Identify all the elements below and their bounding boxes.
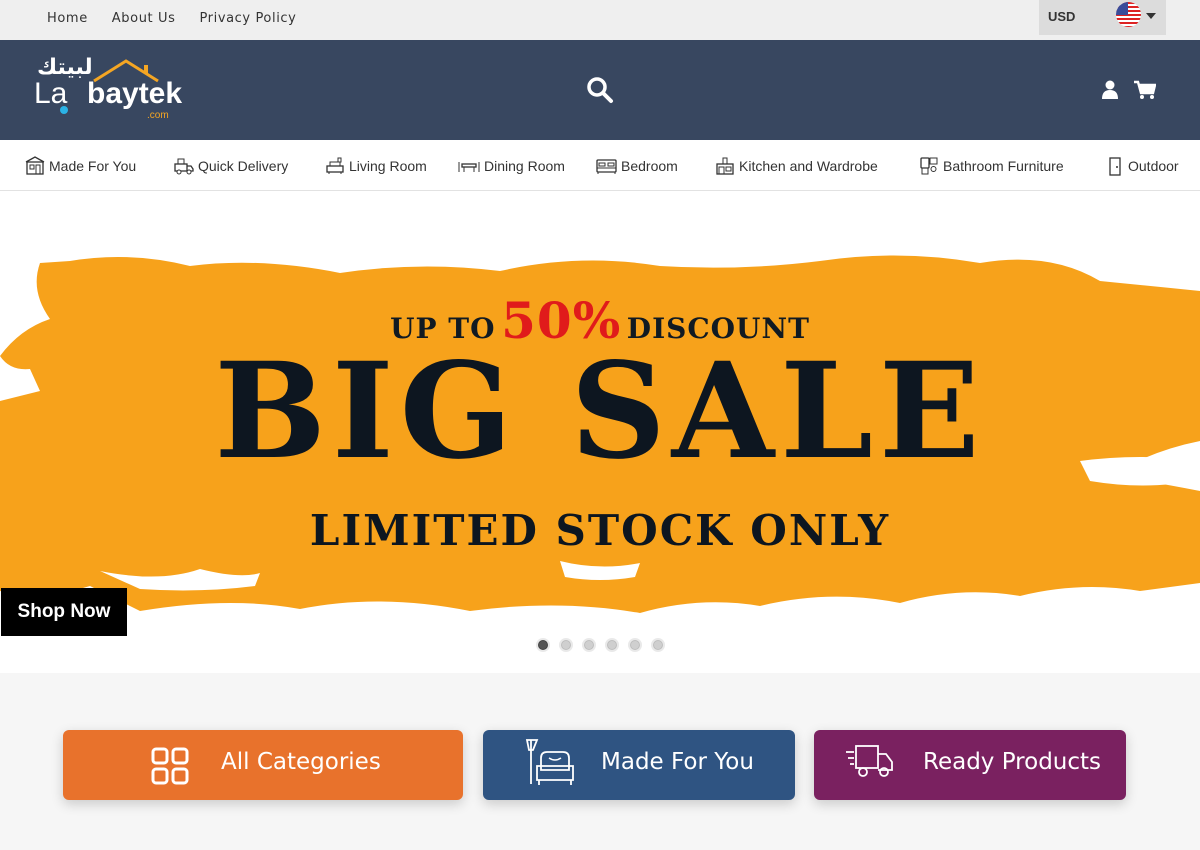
door-icon [1109,157,1121,176]
cart-icon[interactable] [1134,80,1157,104]
delivery-icon [174,158,194,175]
category-label: Living Room [349,158,427,174]
top-links: Home About Us Privacy Policy [47,11,296,26]
slider-dot[interactable] [605,638,619,652]
slider-dot[interactable] [536,638,550,652]
slider-dots [536,638,665,652]
category-bathroom-furniture[interactable]: Bathroom Furniture [919,154,1064,178]
all-categories-card[interactable]: All Categories [63,730,463,800]
currency-code: USD [1048,9,1076,24]
made-for-you-card[interactable]: Made For You [483,730,795,800]
category-quick-delivery[interactable]: Quick Delivery [172,154,288,178]
living-room-icon [326,157,344,174]
category-label: Dining Room [484,158,565,174]
fast-truck-icon [846,745,893,777]
category-label: Bathroom Furniture [943,158,1064,174]
currency-selector[interactable]: USD [1039,0,1166,35]
logo-com: .com [147,110,169,121]
workshop-icon [25,156,45,175]
shop-now-button[interactable]: Shop Now [1,588,127,636]
privacy-policy-link[interactable]: Privacy Policy [199,11,296,26]
category-dining-room[interactable]: Dining Room [458,154,565,178]
card-label: All Categories [221,749,381,775]
dining-table-icon [458,162,480,172]
chevron-down-icon [1146,13,1156,19]
logo-dot [60,106,68,114]
site-header: لبيتك La baytek .com [0,40,1200,140]
about-us-link[interactable]: About Us [112,11,176,26]
slider-dot[interactable] [628,638,642,652]
kitchen-icon [716,157,734,175]
category-living-room[interactable]: Living Room [325,154,427,178]
category-nav: Made For You Quick Delivery Living Room … [0,140,1200,191]
hero-banner: UP TO 50% DISCOUNT BIG SALE LIMITED STOC… [0,191,1200,673]
logo-baytek: baytek [87,77,183,110]
category-label: Bedroom [621,158,678,174]
user-icon[interactable] [1101,80,1119,104]
search-icon[interactable] [586,76,614,108]
ready-products-card[interactable]: Ready Products [814,730,1126,800]
top-bar: Home About Us Privacy Policy USD [0,0,1200,40]
card-label: Made For You [601,749,754,775]
category-bedroom[interactable]: Bedroom [596,154,678,178]
category-label: Kitchen and Wardrobe [739,158,878,174]
slider-dot[interactable] [651,638,665,652]
grid-icon [151,747,189,785]
category-outdoor[interactable]: Outdoor [1106,154,1179,178]
category-made-for-you[interactable]: Made For You [25,154,136,178]
armchair-lamp-icon [525,739,574,785]
category-kitchen-and-wardrobe[interactable]: Kitchen and Wardrobe [715,154,878,178]
banner-subline: LIMITED STOCK ONLY [309,506,891,555]
site-logo[interactable]: لبيتك La baytek .com [32,55,182,125]
card-label: Ready Products [923,749,1102,775]
category-label: Quick Delivery [198,158,289,174]
us-flag-icon [1116,2,1141,27]
slider-dot[interactable] [582,638,596,652]
bathroom-icon [920,157,938,175]
slider-dot[interactable] [559,638,573,652]
category-label: Made For You [49,158,137,174]
bed-icon [596,159,617,174]
banner-headline: BIG SALE [214,334,986,489]
category-label: Outdoor [1128,158,1179,174]
home-link[interactable]: Home [47,11,88,26]
